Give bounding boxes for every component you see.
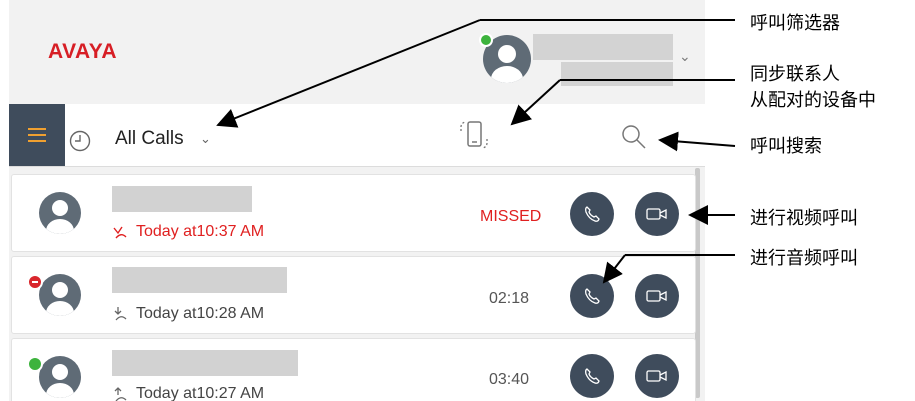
available-presence-icon <box>27 356 43 372</box>
user-presence-icon <box>479 33 493 47</box>
call-time: Today at10:37 AM <box>112 223 264 241</box>
call-filter-label[interactable]: All Calls <box>115 128 184 150</box>
call-time-text: Today at10:37 AM <box>136 223 265 240</box>
sync-phone-icon[interactable] <box>456 117 492 153</box>
avaya-logo: AVAYA <box>48 40 118 63</box>
audio-call-button[interactable] <box>570 354 614 398</box>
video-call-button[interactable] <box>635 354 679 398</box>
chevron-down-icon[interactable]: ⌄ <box>679 48 691 65</box>
toolbar <box>9 104 705 167</box>
menu-icon <box>28 128 46 142</box>
phone-icon <box>585 368 600 384</box>
video-icon <box>646 370 667 382</box>
user-name-redacted <box>533 34 673 60</box>
call-time-text: Today at10:27 AM <box>136 385 265 401</box>
call-row-outgoing[interactable]: Today at10:27 AM 03:40 <box>11 338 696 401</box>
contact-name-redacted <box>112 186 252 212</box>
phone-icon <box>585 206 600 222</box>
contact-name-redacted <box>112 350 298 376</box>
video-icon <box>646 208 667 220</box>
video-call-button[interactable] <box>635 274 679 318</box>
call-time: Today at10:27 AM <box>112 385 264 401</box>
user-status-redacted <box>561 62 673 86</box>
contact-avatar <box>39 356 81 398</box>
call-status: MISSED <box>480 208 542 225</box>
phone-icon <box>585 288 600 304</box>
callout-sync-contacts-line2: 从配对的设备中 <box>750 90 876 111</box>
missed-call-icon <box>113 226 127 239</box>
contact-name-redacted <box>112 267 287 293</box>
contact-avatar <box>39 192 81 234</box>
contact-avatar <box>39 274 81 316</box>
chevron-down-icon[interactable]: ⌄ <box>200 131 211 147</box>
call-time-text: Today at10:28 AM <box>136 305 265 322</box>
clock-icon[interactable] <box>69 130 91 152</box>
audio-call-button[interactable] <box>570 192 614 236</box>
app-window: AVAYA ⌄ All Calls ⌄ Today at10:37 AM MIS… <box>9 0 705 401</box>
callout-call-search: 呼叫搜索 <box>750 136 822 157</box>
callout-video-call: 进行视频呼叫 <box>750 208 858 229</box>
call-duration: 02:18 <box>489 290 530 307</box>
search-icon[interactable] <box>621 124 647 150</box>
callout-sync-contacts-line1: 同步联系人 <box>750 64 840 85</box>
audio-call-button[interactable] <box>570 274 614 318</box>
call-time: Today at10:28 AM <box>112 305 264 323</box>
outgoing-call-icon <box>114 387 127 401</box>
video-icon <box>646 290 667 302</box>
callout-audio-call: 进行音频呼叫 <box>750 248 858 269</box>
menu-button[interactable] <box>9 104 65 166</box>
call-row-missed[interactable]: Today at10:37 AM MISSED <box>11 174 696 252</box>
incoming-call-icon <box>114 307 127 321</box>
call-duration: 03:40 <box>489 371 530 388</box>
busy-presence-icon <box>27 274 43 290</box>
call-row-incoming[interactable]: Today at10:28 AM 02:18 <box>11 256 696 334</box>
callout-call-filter: 呼叫筛选器 <box>750 13 840 34</box>
video-call-button[interactable] <box>635 192 679 236</box>
